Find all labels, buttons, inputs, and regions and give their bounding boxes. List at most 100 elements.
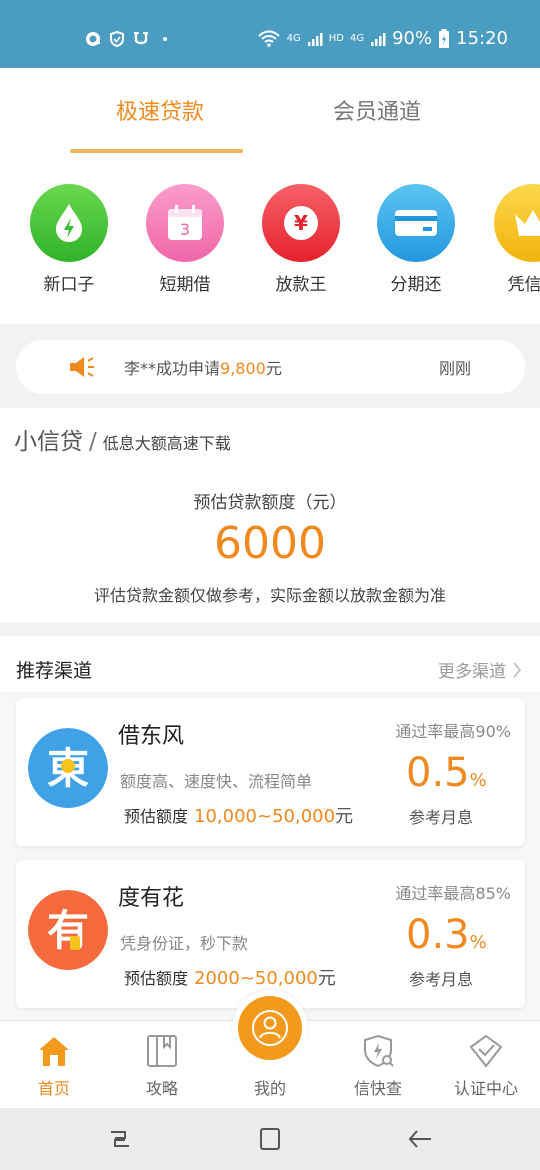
category-fast-lender[interactable]: ¥ 放款王 bbox=[246, 184, 356, 295]
top-tabs: 极速贷款 会员通道 bbox=[0, 68, 540, 168]
center-profile-button[interactable] bbox=[232, 990, 308, 1066]
rate-label: 参考月息 bbox=[409, 970, 474, 989]
speaker-icon bbox=[70, 357, 94, 377]
notice-amount: 9,800 bbox=[220, 359, 266, 378]
category-row: 新口子 3 短期借 ¥ 放款王 分期还 凭信用 bbox=[0, 168, 540, 324]
shield-search-icon bbox=[364, 1034, 394, 1068]
quota-value: 2000~50,000 bbox=[194, 968, 318, 989]
quota-label: 预估额度 bbox=[124, 969, 189, 988]
nav-label: 我的 bbox=[253, 1079, 286, 1098]
yen-badge: ¥ bbox=[294, 211, 308, 235]
book-icon bbox=[147, 1035, 177, 1067]
battery-icon bbox=[439, 28, 450, 48]
notice-time: 刚刚 bbox=[438, 359, 471, 378]
status-notification-icons bbox=[84, 30, 174, 48]
user-icon bbox=[238, 996, 302, 1060]
monthly-rate: 0.5% bbox=[406, 750, 487, 796]
home-icon bbox=[39, 1037, 69, 1066]
loan-notice-banner[interactable]: 李**成功申请9,800元 刚刚 bbox=[16, 340, 525, 394]
category-label: 放款王 bbox=[275, 275, 327, 295]
lender-name: 度有花 bbox=[118, 886, 185, 911]
logo-char: 有 bbox=[47, 906, 89, 955]
nav-label: 认证中心 bbox=[453, 1079, 518, 1098]
jiedongfeng-logo-icon: 東 bbox=[28, 728, 108, 808]
category-installment[interactable]: 分期还 bbox=[361, 184, 471, 295]
monthly-rate: 0.3% bbox=[406, 912, 487, 958]
category-label: 凭信用 bbox=[507, 275, 540, 295]
shield-icon bbox=[110, 30, 124, 48]
rate-label: 参考月息 bbox=[409, 808, 474, 827]
estimate-value: 6000 bbox=[214, 518, 326, 569]
chevron-right-icon bbox=[513, 661, 522, 678]
status-bar: 4G HD 4G 90% 15:20 bbox=[0, 0, 540, 68]
lender-quota: 预估额度 2000~50,000元 bbox=[124, 964, 336, 990]
category-label: 分期还 bbox=[390, 275, 442, 295]
more-channels-link[interactable]: 更多渠道 bbox=[438, 657, 522, 682]
battery-percent: 90% bbox=[392, 28, 433, 49]
notice-message: 李**成功申请9,800元 bbox=[124, 355, 282, 379]
estimate-heading: 小信贷 / 低息大额高速下载 bbox=[14, 422, 231, 456]
tab-member-channel[interactable]: 会员通道 bbox=[333, 94, 421, 126]
category-new-lender[interactable]: 新口子 bbox=[14, 184, 124, 295]
calendar-badge: 3 bbox=[180, 220, 190, 239]
home-button-icon[interactable] bbox=[255, 1124, 285, 1154]
yen-icon: ¥ bbox=[262, 184, 340, 262]
notice-suffix: 元 bbox=[265, 359, 282, 378]
u-app-icon bbox=[134, 32, 148, 45]
recommend-section: 推荐渠道 更多渠道 東 借东风 额度高、速度快、流程简单 预估额度 10,000~… bbox=[0, 636, 540, 1020]
nav-label: 信快查 bbox=[353, 1079, 402, 1098]
signal-icon-2 bbox=[371, 32, 386, 46]
quota-unit: 元 bbox=[335, 806, 354, 827]
nav-label: 首页 bbox=[37, 1079, 70, 1098]
crown-icon bbox=[494, 184, 540, 262]
dot-icon bbox=[163, 37, 167, 41]
signal-type-text-2: 4G bbox=[349, 33, 365, 44]
category-label: 新口子 bbox=[43, 275, 95, 295]
clock: 15:20 bbox=[456, 28, 508, 49]
pass-rate: 通过率最高85% bbox=[395, 884, 511, 903]
lender-quota: 预估额度 10,000~50,000元 bbox=[124, 802, 353, 828]
signal-type-text: 4G bbox=[286, 33, 301, 44]
category-credit[interactable]: 凭信用 bbox=[478, 184, 540, 295]
nav-credit-check[interactable]: 信快查 bbox=[324, 1021, 432, 1109]
pass-rate: 通过率最高90% bbox=[395, 722, 511, 741]
qq-icon bbox=[86, 32, 100, 46]
nav-label: 攻略 bbox=[145, 1079, 178, 1098]
water-drop-icon bbox=[30, 184, 108, 262]
product-subtitle: 低息大额高速下载 bbox=[102, 434, 231, 453]
lender-desc: 凭身份证，秒下款 bbox=[120, 934, 249, 953]
wifi-icon bbox=[257, 30, 280, 47]
signal-icon bbox=[307, 32, 323, 46]
estimate-note: 评估贷款金额仅做参考，实际金额以放款金额为准 bbox=[93, 586, 446, 605]
loan-estimate-panel[interactable]: 小信贷 / 低息大额高速下载 预估贷款额度（元） 6000 评估贷款金额仅做参考，实… bbox=[0, 408, 540, 622]
recommend-header: 推荐渠道 更多渠道 bbox=[0, 636, 540, 692]
category-short-term[interactable]: 3 短期借 bbox=[130, 184, 240, 295]
lender-name: 借东风 bbox=[118, 724, 185, 749]
lender-card[interactable]: 有 度有花 凭身份证，秒下款 预估额度 2000~50,000元 通过率最高85%… bbox=[16, 860, 525, 1008]
estimate-label: 预估贷款额度（元） bbox=[193, 493, 347, 513]
verified-icon bbox=[469, 1034, 503, 1068]
lender-desc: 额度高、速度快、流程简单 bbox=[120, 772, 313, 791]
title-slash: / bbox=[89, 429, 97, 455]
rate-unit: % bbox=[469, 770, 487, 791]
product-name: 小信贷 bbox=[14, 429, 83, 455]
notice-prefix: 李**成功申请 bbox=[124, 359, 221, 378]
back-icon[interactable] bbox=[405, 1124, 435, 1154]
nav-certification[interactable]: 认证中心 bbox=[432, 1021, 540, 1109]
rate-unit: % bbox=[469, 932, 487, 953]
calendar-icon: 3 bbox=[146, 184, 224, 262]
status-system-info: 4G HD 4G 90% 15:20 bbox=[257, 28, 508, 49]
nav-home[interactable]: 首页 bbox=[0, 1021, 108, 1109]
card-icon bbox=[377, 184, 455, 262]
lender-card[interactable]: 東 借东风 额度高、速度快、流程简单 预估额度 10,000~50,000元 通过… bbox=[16, 698, 525, 846]
recent-apps-icon[interactable] bbox=[105, 1124, 135, 1154]
recommend-title: 推荐渠道 bbox=[16, 660, 93, 682]
nav-guide[interactable]: 攻略 bbox=[108, 1021, 216, 1109]
hd-text: HD bbox=[328, 33, 344, 44]
duyouhua-logo-icon: 有 bbox=[28, 890, 108, 970]
quota-value: 10,000~50,000 bbox=[194, 806, 336, 827]
quota-label: 预估额度 bbox=[124, 807, 189, 826]
tab-fast-loan[interactable]: 极速贷款 bbox=[116, 94, 204, 126]
more-channels-label: 更多渠道 bbox=[438, 662, 506, 682]
rate-value: 0.3 bbox=[406, 912, 470, 958]
